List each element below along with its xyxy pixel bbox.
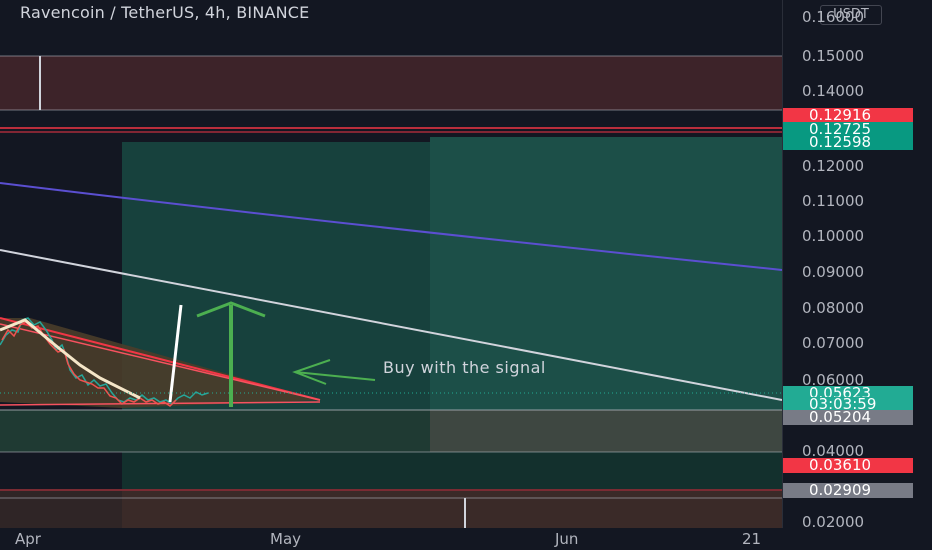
price-badge-low: 0.02909: [783, 483, 913, 498]
price-label: 0.09000: [802, 263, 865, 281]
price-badge-stop: 0.03610: [783, 458, 913, 473]
price-label: 0.11000: [802, 192, 865, 210]
price-axis-separator: [782, 0, 783, 528]
time-label: 21: [742, 530, 762, 548]
price-label: 0.16000: [802, 8, 865, 26]
chart-annotation: Buy with the signal: [383, 358, 546, 377]
price-badge-support: 0.05204: [783, 410, 913, 425]
price-badge-target-2: 0.12598: [783, 135, 913, 150]
chart-title: Ravencoin / TetherUS, 4h, BINANCE: [20, 3, 310, 22]
time-label: Apr: [15, 530, 41, 548]
price-label: 0.12000: [802, 157, 865, 175]
resistance-zone: [0, 56, 782, 110]
time-label: Jun: [555, 530, 579, 548]
price-label: 0.08000: [802, 299, 865, 317]
price-label: 0.15000: [802, 47, 865, 65]
time-axis[interactable]: [0, 528, 932, 550]
lower-zone: [122, 452, 782, 490]
time-label: May: [270, 530, 302, 548]
price-label: 0.07000: [802, 334, 865, 352]
bottom-zone-highlight: [122, 490, 782, 528]
price-label: 0.10000: [802, 227, 865, 245]
price-label: 0.14000: [802, 82, 865, 100]
